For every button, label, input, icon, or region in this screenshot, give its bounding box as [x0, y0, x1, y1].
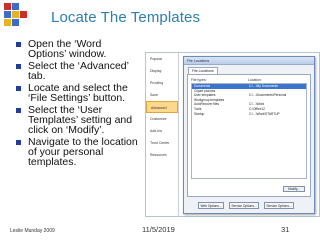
sidebar-item-save[interactable]: Save — [146, 89, 178, 101]
file-locations-list[interactable]: Documents C:\...\My Documents Clipart pic… — [191, 83, 307, 179]
web-options-button[interactable]: Web Options... — [198, 202, 224, 209]
column-header-location: Location: — [248, 78, 262, 82]
options-content: File Locations File Locations File types… — [179, 53, 319, 216]
service-options-button-2[interactable]: Service Options... — [264, 202, 294, 209]
bullet-marker-icon — [16, 86, 21, 91]
list-item[interactable]: Startup C:\...\Word\STARTUP — [192, 112, 306, 117]
dialog-title: File Locations — [184, 57, 314, 65]
sidebar-item-display[interactable]: Display — [146, 65, 178, 77]
bullet-marker-icon — [16, 42, 21, 47]
word-options-screenshot: Popular Display Proofing Save Advanced C… — [145, 52, 320, 217]
service-options-button[interactable]: Service Options... — [229, 202, 259, 209]
bullet-list: Open the ‘Word Options’ window. Select t… — [15, 39, 141, 169]
file-locations-dialog: File Locations File Locations File types… — [183, 56, 315, 214]
modify-button[interactable]: Modify... — [283, 186, 305, 192]
sidebar-item-customize[interactable]: Customize — [146, 113, 178, 125]
bullet-marker-icon — [16, 140, 21, 145]
bullet-marker-icon — [16, 108, 21, 113]
sidebar-item-trust-center[interactable]: Trust Center — [146, 137, 178, 149]
sidebar-item-resources[interactable]: Resources — [146, 149, 178, 161]
slide-title: Locate The Templates — [51, 9, 201, 26]
footer-author: Leslie Munday 2009 — [10, 228, 55, 234]
sidebar-item-add-ins[interactable]: Add-Ins — [146, 125, 178, 137]
sidebar-item-popular[interactable]: Popular — [146, 53, 178, 65]
sidebar-item-proofing[interactable]: Proofing — [146, 77, 178, 89]
page-number: 31 — [281, 225, 290, 234]
options-sidebar: Popular Display Proofing Save Advanced C… — [146, 53, 179, 216]
footer-date: 11/5/2019 — [142, 225, 175, 234]
bullet-marker-icon — [16, 64, 21, 69]
column-header-file-types: File types: — [191, 78, 207, 82]
bullet-item: Select the ‘Advanced’ tab. — [15, 61, 141, 81]
tab-file-locations[interactable]: File Locations — [188, 67, 218, 74]
bullet-item: Locate and select the ‘File Settings’ bu… — [15, 83, 141, 103]
dialog-panel: File types: Location: Documents C:\...\My… — [187, 74, 311, 197]
bullet-item: Navigate to the location of your persona… — [15, 137, 141, 167]
logo — [4, 3, 28, 31]
bullet-item: Select the ‘User Templates’ setting and … — [15, 105, 141, 135]
sidebar-item-advanced[interactable]: Advanced — [146, 101, 178, 113]
bullet-item: Open the ‘Word Options’ window. — [15, 39, 141, 59]
